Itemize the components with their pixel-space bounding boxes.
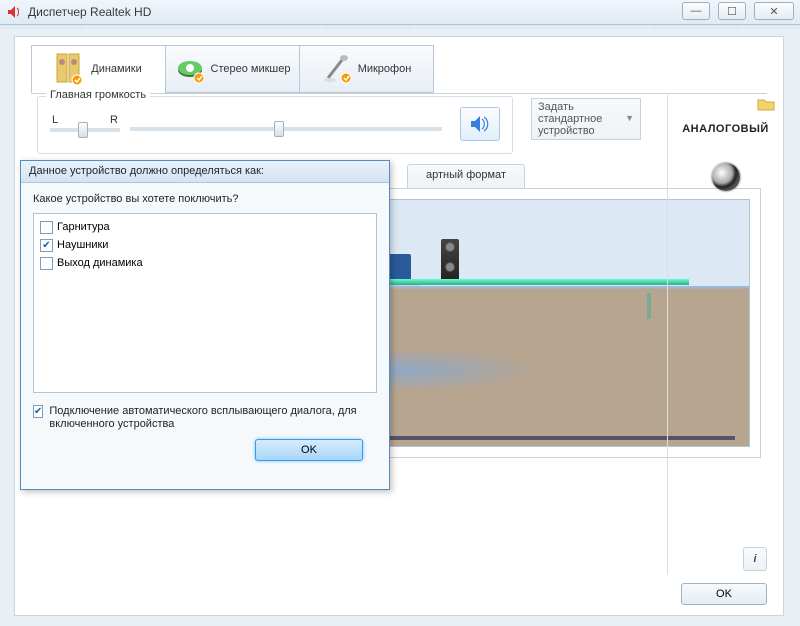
default-btn-line2: стандартное [538, 113, 602, 125]
dialog-title: Данное устройство должно определяться ка… [21, 161, 389, 183]
maximize-button[interactable]: ☐ [718, 2, 746, 20]
checkbox-headphones[interactable]: ✔ [40, 239, 53, 252]
taskbar-shadow [0, 25, 800, 29]
tab-stereo-mix[interactable]: Стерео микшер [165, 45, 300, 93]
dialog-ok-button[interactable]: OK [255, 439, 363, 461]
option-headset-label: Гарнитура [57, 221, 110, 233]
balance-right-label: R [110, 114, 118, 126]
balance-left-label: L [52, 114, 58, 126]
microphone-icon [322, 52, 352, 86]
main-volume-title: Главная громкость [46, 89, 150, 101]
main-ok-label: OK [716, 588, 732, 600]
main-ok-button[interactable]: OK [681, 583, 767, 605]
checkbox-speaker-out[interactable] [40, 257, 53, 270]
speakers-icon [55, 52, 85, 86]
volume-slider[interactable] [130, 127, 442, 131]
window-titlebar: Диспетчер Realtek HD — ☐ ✕ [0, 0, 800, 25]
chevron-down-icon: ▼ [625, 114, 634, 124]
tab-microphone-label: Микрофон [358, 63, 412, 75]
info-button[interactable]: i [743, 547, 767, 571]
set-default-device-button[interactable]: Задать стандартное устройство ▼ [531, 98, 641, 140]
subtab-default-format[interactable]: артный формат [407, 164, 525, 188]
balance-slider[interactable]: L R [50, 114, 120, 132]
option-headphones-label: Наушники [57, 239, 108, 251]
device-tabs: Динамики Стерео микшер Микрофон [31, 45, 783, 93]
checkbox-auto-popup[interactable]: ✔ [33, 405, 43, 418]
option-speaker-out-label: Выход динамика [57, 257, 143, 269]
balance-handle[interactable] [78, 122, 88, 138]
scene-right-speaker[interactable] [441, 239, 459, 281]
mute-button[interactable] [460, 107, 500, 141]
subtab-default-format-label: артный формат [426, 169, 506, 181]
option-headphones[interactable]: ✔ Наушники [40, 236, 370, 254]
rear-jack-black[interactable] [712, 163, 740, 191]
speaker-app-icon [6, 4, 22, 20]
option-speaker-out[interactable]: Выход динамика [40, 254, 370, 272]
stereo-mix-icon [175, 52, 205, 86]
analog-panel: АНАЛОГОВЫЙ [667, 95, 783, 575]
analog-title: АНАЛОГОВЫЙ [676, 123, 775, 135]
scene-table-leg [647, 293, 651, 319]
device-detect-dialog: Данное устройство должно определяться ка… [20, 160, 390, 490]
dialog-ok-label: OK [301, 444, 317, 456]
option-headset[interactable]: Гарнитура [40, 218, 370, 236]
minimize-button[interactable]: — [682, 2, 710, 20]
device-options-list: Гарнитура ✔ Наушники Выход динамика [33, 213, 377, 393]
auto-popup-label: Подключение автоматического всплывающего… [49, 405, 377, 431]
close-button[interactable]: ✕ [754, 2, 794, 20]
window-title: Диспетчер Realtek HD [28, 5, 151, 19]
tab-stereo-mix-label: Стерео микшер [211, 63, 291, 75]
tab-speakers-label: Динамики [91, 63, 141, 75]
tab-speakers[interactable]: Динамики [31, 45, 166, 93]
default-btn-line3: устройство [538, 125, 602, 137]
volume-handle[interactable] [274, 121, 284, 137]
default-btn-line1: Задать [538, 101, 602, 113]
dialog-question: Какое устройство вы хотете поключить? [33, 193, 377, 205]
folder-icon[interactable] [757, 97, 775, 114]
tab-microphone[interactable]: Микрофон [299, 45, 434, 93]
main-volume-group: Главная громкость L R [37, 96, 513, 154]
checkbox-headset[interactable] [40, 221, 53, 234]
window-controls: — ☐ ✕ [682, 2, 794, 20]
